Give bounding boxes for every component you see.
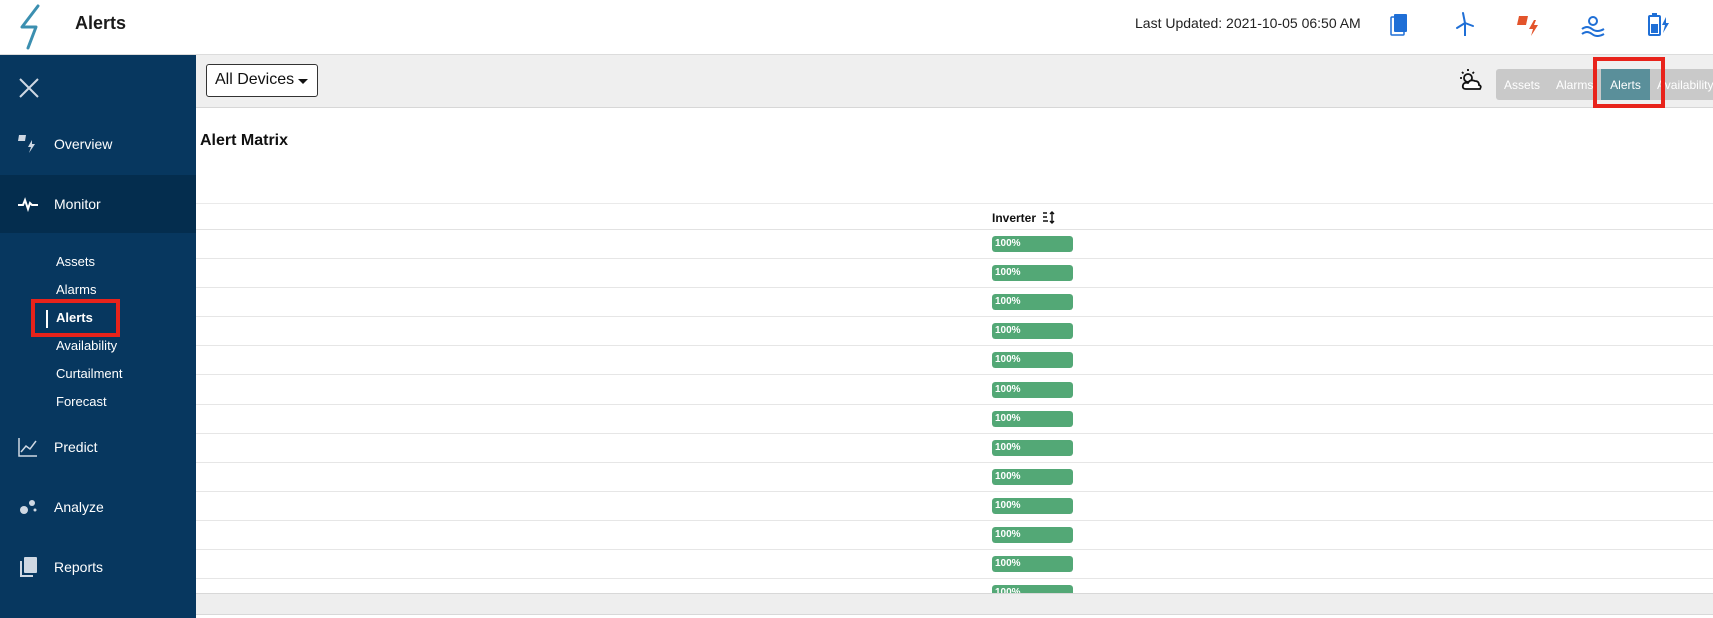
sidebar-item-label: Overview xyxy=(54,136,113,152)
overview-icon xyxy=(18,135,35,153)
scatter-icon xyxy=(20,500,37,514)
sidebar-item-monitor[interactable]: Monitor xyxy=(0,175,196,233)
alert-matrix-table: Inverter 100% 100% 100% 100% 100% 100% 100% 100… xyxy=(196,203,1713,593)
caret-down-icon xyxy=(298,79,308,84)
reports-icon xyxy=(20,557,37,577)
logo-icon xyxy=(20,4,40,50)
progress-bar-label: 100% xyxy=(995,383,1021,395)
toolbar: All Devices Assets Alarms Alerts Availab… xyxy=(196,55,1713,108)
table-header: Inverter xyxy=(196,203,1713,230)
horizontal-scrollbar[interactable] xyxy=(196,593,1713,615)
table-row: 100% xyxy=(196,346,1713,376)
tab-assets[interactable]: Assets xyxy=(1496,69,1548,100)
sidebar-item-overview[interactable]: Overview xyxy=(0,115,196,173)
last-updated-text: Last Updated: 2021-10-05 06:50 AM xyxy=(1135,15,1361,31)
weather-icon[interactable] xyxy=(1457,67,1485,95)
progress-bar-label: 100% xyxy=(995,325,1021,337)
sidebar-subitem-forecast[interactable]: Forecast xyxy=(56,394,107,409)
progress-bar: 100% xyxy=(992,381,1073,398)
highlight-box xyxy=(31,299,120,337)
table-row: 100% xyxy=(196,259,1713,289)
progress-bar-label: 100% xyxy=(995,296,1021,308)
top-bar: Alerts Last Updated: 2021-10-05 06:50 AM xyxy=(0,0,1713,55)
solar-power-icon[interactable] xyxy=(1516,11,1542,37)
table-row: 100% xyxy=(196,550,1713,580)
sidebar-item-analyze[interactable]: Analyze xyxy=(0,478,196,536)
progress-bar: 100% xyxy=(992,410,1073,427)
progress-bar: 100% xyxy=(992,294,1073,311)
progress-bar: 100% xyxy=(992,439,1073,456)
progress-bar-label: 100% xyxy=(995,412,1021,424)
sidebar-item-label: Reports xyxy=(54,559,104,575)
sort-icon[interactable] xyxy=(1042,211,1056,224)
sidebar-item-label: Monitor xyxy=(54,196,101,212)
table-row: 100% xyxy=(196,463,1713,492)
table-row: 100% xyxy=(196,288,1713,318)
progress-bar-label: 100% xyxy=(995,558,1021,570)
table-row: 100% xyxy=(196,492,1713,521)
progress-bar: 100% xyxy=(992,585,1073,593)
table-row: 100% xyxy=(196,405,1713,434)
pulse-icon xyxy=(18,197,38,213)
table-row: 100% xyxy=(196,521,1713,550)
progress-bar-label: 100% xyxy=(995,441,1021,453)
progress-bar: 100% xyxy=(992,323,1073,340)
sidebar-item-label: Analyze xyxy=(54,499,104,515)
table-row: 100% xyxy=(196,317,1713,347)
sidebar-subitem-availability[interactable]: Availability xyxy=(56,338,117,353)
tab-alarms[interactable]: Alarms xyxy=(1548,69,1595,100)
documents-icon[interactable] xyxy=(1388,11,1414,37)
table-row: 100% xyxy=(196,579,1713,593)
hydro-icon[interactable] xyxy=(1580,11,1606,37)
progress-bar: 100% xyxy=(992,352,1073,369)
trend-chart-icon xyxy=(18,438,37,457)
device-select-value: All Devices xyxy=(215,71,295,88)
progress-bar-label: 100% xyxy=(995,499,1021,511)
table-row: 100% xyxy=(196,230,1713,259)
table-row: 100% xyxy=(196,434,1713,463)
progress-bar: 100% xyxy=(992,556,1073,573)
battery-icon[interactable] xyxy=(1645,11,1671,37)
progress-bar-label: 100% xyxy=(995,529,1021,540)
sidebar-subitem-alarms[interactable]: Alarms xyxy=(56,282,96,297)
progress-bar: 100% xyxy=(992,468,1073,485)
sidebar-item-reports[interactable]: Reports xyxy=(0,538,196,596)
page-title: Alerts xyxy=(75,13,127,33)
progress-bar-label: 100% xyxy=(995,267,1021,279)
highlight-box xyxy=(1593,57,1665,108)
progress-bar-label: 100% xyxy=(995,354,1021,366)
tab-availability[interactable]: Availability xyxy=(1657,69,1713,100)
sidebar-subitem-curtailment[interactable]: Curtailment xyxy=(56,366,122,381)
progress-bar: 100% xyxy=(992,497,1073,514)
close-icon[interactable] xyxy=(16,75,42,101)
progress-bar: 100% xyxy=(992,236,1073,252)
wind-turbine-icon[interactable] xyxy=(1452,11,1478,37)
table-row: 100% xyxy=(196,376,1713,405)
sidebar-item-predict[interactable]: Predict xyxy=(0,418,196,476)
progress-bar-label: 100% xyxy=(995,470,1021,482)
progress-bar: 100% xyxy=(992,527,1073,543)
device-select[interactable]: All Devices xyxy=(206,64,318,97)
sidebar-subitem-assets[interactable]: Assets xyxy=(56,254,95,269)
progress-bar-label: 100% xyxy=(995,238,1021,249)
column-header-inverter[interactable]: Inverter xyxy=(992,211,1036,225)
sidebar-item-label: Predict xyxy=(54,439,98,455)
section-title: Alert Matrix xyxy=(200,132,289,149)
progress-bar: 100% xyxy=(992,265,1073,282)
